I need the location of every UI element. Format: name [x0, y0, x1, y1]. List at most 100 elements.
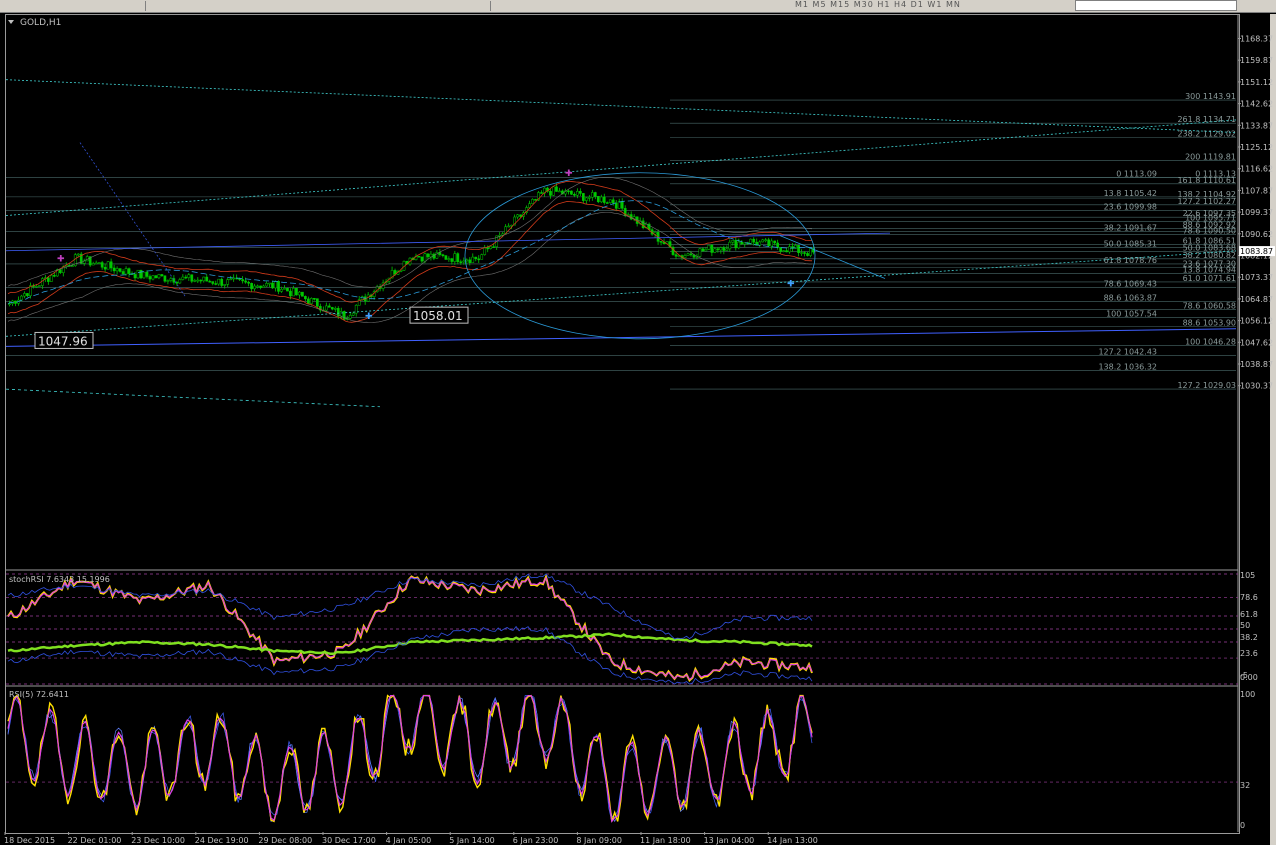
stoch-tick-label: 38.2	[1240, 633, 1258, 642]
candle-body	[94, 262, 98, 265]
candle-body	[127, 268, 131, 274]
candle-body	[283, 288, 286, 290]
candle-body	[593, 192, 597, 197]
candle-body	[124, 268, 128, 275]
time-tick-label: 29 Dec 08:00	[258, 836, 312, 845]
candle-body	[570, 190, 573, 195]
candle-body	[785, 250, 788, 253]
candle-body	[507, 225, 510, 228]
rsi-main-line	[7, 694, 813, 823]
fib-level-label: 88.6 1053.90	[1183, 318, 1236, 327]
rsi-tick-label: 32	[1240, 781, 1250, 790]
candle-body	[477, 258, 481, 261]
candle-body	[76, 253, 80, 256]
price-tick-label: 1090.62	[1240, 230, 1273, 239]
time-tick-label: 6 Jan 23:00	[513, 836, 559, 845]
candle-body	[8, 303, 11, 305]
candle-body	[139, 269, 143, 279]
time-tick-label: 8 Jan 09:00	[576, 836, 622, 845]
candle-body	[740, 241, 744, 245]
candle-body	[800, 252, 803, 254]
price-tick-label: 1038.87	[1240, 360, 1273, 369]
fib-level-label: 127.2 1042.43	[1098, 347, 1157, 356]
candle-body	[728, 241, 732, 250]
candle-body	[573, 194, 576, 196]
candle-body	[704, 249, 708, 252]
candle-body	[256, 285, 259, 288]
candle-body	[121, 271, 125, 275]
candle-body	[731, 240, 735, 243]
candle-body	[555, 186, 558, 192]
candle-body	[719, 247, 723, 251]
candle-body	[351, 312, 355, 316]
candle-body	[181, 276, 185, 280]
candle-body	[579, 191, 582, 194]
candle-body	[803, 252, 806, 254]
candle-body	[211, 281, 215, 284]
candle-body	[115, 268, 119, 272]
candle-body	[280, 288, 283, 292]
candle-body	[330, 307, 334, 310]
candle-body	[193, 280, 197, 282]
candle-body	[641, 220, 645, 228]
candle-body	[208, 280, 212, 283]
candle-body	[456, 253, 460, 262]
candle-body	[301, 291, 304, 297]
resistance-trendline	[5, 79, 1237, 133]
time-tick-label: 18 Dec 2015	[4, 836, 55, 845]
stoch-tick-label: 105	[1240, 571, 1255, 580]
price-axis: 1168.37 1159.87 1151.12 1142.62 1133.87 1125.…	[1238, 35, 1275, 830]
candle-body	[614, 202, 618, 209]
collapse-icon[interactable]	[8, 20, 14, 24]
rsi-tick-label: 100	[1240, 690, 1255, 699]
price-tick-label: 1125.12	[1240, 143, 1273, 152]
candle-body	[552, 186, 555, 196]
candle-body	[38, 285, 41, 287]
candle-body	[749, 238, 753, 244]
candle-body	[190, 274, 194, 282]
candle-body	[244, 280, 247, 283]
main-price-panel: 300 1143.91 261.8 1134.71 238.2 1129.02 200…	[5, 14, 1239, 832]
candle-body	[178, 279, 182, 284]
candle-body	[468, 259, 472, 263]
candle-body	[558, 190, 561, 193]
candle-body	[420, 256, 424, 262]
time-axis: 18 Dec 2015 22 Dec 01:00 23 Dec 10:00 24 De…	[4, 832, 818, 845]
candle-body	[722, 247, 726, 251]
candle-body	[199, 279, 203, 282]
candle-body	[426, 253, 430, 258]
candle-body	[483, 247, 487, 255]
candle-body	[52, 275, 56, 277]
candle-body	[14, 300, 17, 304]
candle-body	[797, 244, 800, 253]
price-callout: 1047.96	[38, 334, 88, 348]
fib-level-label: 161.8 1110.61	[1177, 176, 1236, 185]
candle-body	[725, 248, 729, 251]
price-tick-label: 1030.37	[1240, 382, 1273, 391]
price-tick-label: 1064.87	[1240, 295, 1273, 304]
candle-body	[226, 279, 230, 285]
arc-circle	[464, 172, 816, 340]
candle-body	[166, 280, 170, 282]
candle-body	[91, 263, 95, 266]
fractal-arrow: ✚	[57, 254, 65, 264]
candle-body	[602, 196, 606, 203]
fractal-arrow: ✚	[565, 169, 573, 179]
candle-body	[259, 285, 262, 288]
candle-body	[169, 278, 173, 281]
candle-body	[262, 285, 265, 288]
candle-body	[471, 256, 475, 263]
candle-body	[241, 279, 244, 282]
candle-body	[710, 244, 714, 253]
fib-level-label: 127.2 1102.27	[1177, 197, 1236, 206]
stoch-rsi-panel	[6, 573, 1238, 685]
candle-body	[148, 276, 152, 280]
candle-body	[196, 279, 200, 282]
chart-canvas[interactable]: 300 1143.91 261.8 1134.71 238.2 1129.02 200…	[0, 0, 1276, 845]
candle-body	[118, 268, 122, 272]
fib-level-label: 61.8 1078.76	[1104, 256, 1157, 265]
candle-body	[809, 248, 812, 256]
fib-level-label: 23.6 1099.98	[1104, 203, 1157, 212]
stoch-tick-label: 50	[1240, 621, 1250, 630]
stoch-tick-label: 23.6	[1240, 649, 1258, 658]
